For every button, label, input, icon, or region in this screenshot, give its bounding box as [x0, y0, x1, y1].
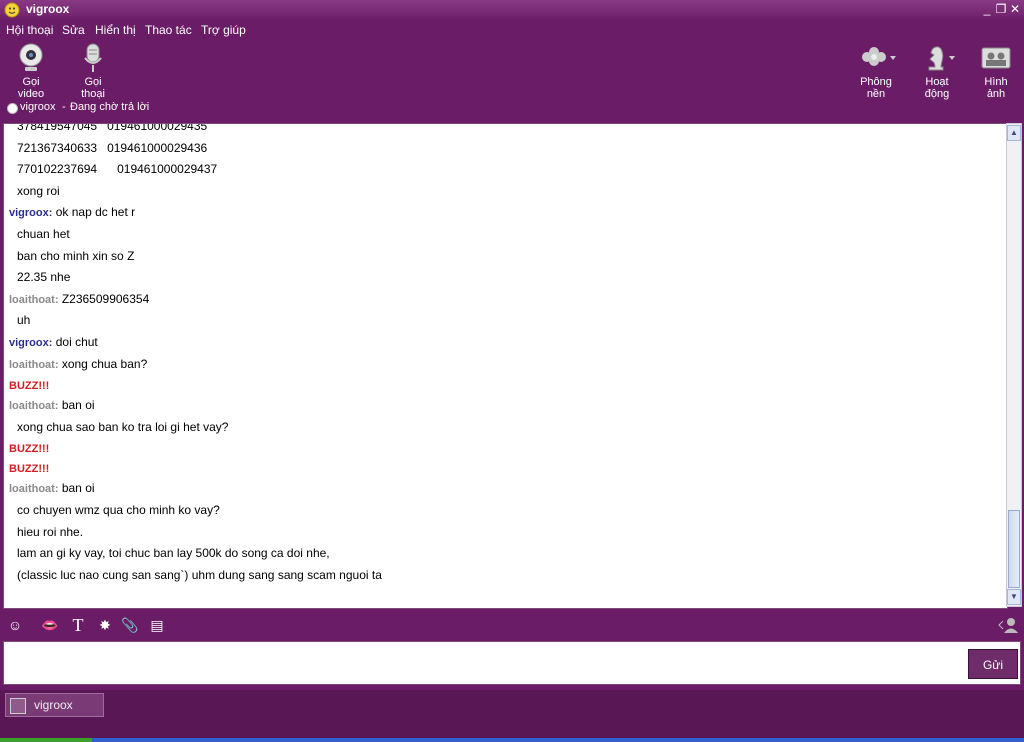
chat-scrollbar[interactable]: ▲ ▼ [1006, 123, 1022, 607]
message-line: 770102237694 019461000029437 [17, 162, 218, 177]
lips-icon[interactable]: 👄 [40, 615, 60, 635]
message-line: xong roi [17, 183, 60, 198]
activities-button[interactable]: Hoạt động [914, 42, 960, 100]
menu-sua[interactable]: Sửa [62, 23, 85, 37]
message-line: co chuyen wmz qua cho minh ko vay? [17, 502, 220, 517]
message-line: (classic luc nao cung san sang`) uhm dun… [17, 567, 382, 582]
flower-icon [862, 47, 896, 66]
message-text: ok nap dc het r [52, 205, 136, 220]
menu-thao-tac[interactable]: Thao tác [145, 23, 192, 37]
menu-hoi-thoai[interactable]: Hội thoại [6, 23, 53, 37]
message-input[interactable] [8, 646, 962, 682]
background-button[interactable]: Phông nền [852, 42, 900, 100]
send-button[interactable]: Gửi [968, 649, 1018, 679]
photos-icon [981, 47, 1011, 69]
message-text: doi chut [52, 334, 98, 349]
buzz-label: BUZZ!!! [9, 463, 50, 476]
sender-name: loaithoat: [9, 358, 59, 371]
buzz-icon[interactable]: ✸ [95, 615, 115, 635]
restore-button[interactable]: ❐ [995, 1, 1007, 17]
buzz-line: BUZZ!!! [4, 458, 1004, 478]
sender-name: loaithoat: [9, 293, 59, 306]
background-label: Phông nền [860, 76, 892, 100]
video-call-label: Gọi video [17, 76, 45, 100]
message-header-line: vigroox: ok nap dc het r [4, 202, 1004, 224]
image-icon[interactable]: ▤ [147, 615, 167, 635]
message-text: ban oi [58, 481, 95, 496]
tab-label: vigroox [34, 698, 73, 712]
buzz-line: BUZZ!!! [4, 438, 1004, 458]
close-button[interactable]: ✕ [1009, 1, 1021, 17]
status-message: Đang chờ trả lời [70, 101, 150, 113]
menu-bar: Hội thoại Sửa Hiển thị Thao tác Trợ giúp [0, 20, 1024, 40]
sender-name: vigroox: [9, 207, 53, 220]
video-call-button[interactable]: Gọi video [8, 42, 54, 100]
contact-icon[interactable] [998, 616, 1020, 634]
contact-name[interactable]: vigroox [20, 101, 55, 113]
message-line: xong chua sao ban ko tra loi gi het vay? [17, 419, 229, 434]
message-line: uh [17, 313, 31, 328]
yahoo-messenger-icon [4, 2, 20, 18]
contact-status-bar: vigroox - Đang chờ trả lời [0, 98, 1024, 120]
message-line: 721367340633 019461000029436 [17, 140, 208, 155]
photos-label: Hình ảnh [984, 76, 1008, 100]
voice-call-label: Gọi thoại [81, 76, 105, 100]
message-text: ban oi [58, 398, 95, 413]
message-line: 378419547045 019461000029435 [17, 123, 208, 133]
presence-indicator [7, 103, 18, 114]
menu-hien-thi[interactable]: Hiển thị [95, 23, 136, 37]
text-format-icon[interactable]: T [68, 615, 88, 635]
chess-knight-icon [928, 46, 955, 71]
message-line: 22.35 nhe [17, 270, 71, 285]
avatar [10, 698, 26, 714]
emoticon-icon[interactable]: ☺ [5, 615, 25, 635]
message-header-line: loaithoat: ban oi [4, 395, 1004, 417]
scroll-down-button[interactable]: ▼ [1007, 589, 1021, 605]
os-taskbar-strip [0, 738, 1024, 742]
message-text: Z236509906354 [58, 291, 150, 306]
scroll-thumb[interactable] [1008, 510, 1020, 588]
sender-name: loaithoat: [9, 483, 59, 496]
chat-transcript[interactable]: 378419547045 019461000029435 721367340633… [3, 123, 1008, 609]
status-separator: - [62, 101, 66, 113]
buzz-label: BUZZ!!! [9, 443, 50, 456]
conversation-tab-vigroox[interactable]: vigroox [5, 693, 104, 717]
buzz-label: BUZZ!!! [9, 380, 50, 393]
message-line: hieu roi nhe. [17, 524, 84, 539]
sender-name: vigroox: [9, 336, 53, 349]
toolbar: Gọi video Gọi thoại Phông nền Hoạt động [0, 40, 1024, 100]
voice-call-button[interactable]: Gọi thoại [72, 42, 114, 100]
window-controls: _ ❐ ✕ [981, 1, 1021, 17]
message-text: xong chua ban? [58, 356, 148, 371]
activities-label: Hoạt động [924, 76, 950, 100]
scroll-up-button[interactable]: ▲ [1007, 125, 1021, 141]
message-input-area [3, 641, 1021, 685]
microphone-icon [84, 43, 102, 72]
message-header-line: loaithoat: xong chua ban? [4, 354, 1004, 376]
attach-icon[interactable]: 📎 [120, 615, 140, 635]
message-line: lam an gi ky vay, toi chuc ban lay 500k … [17, 546, 330, 561]
message-line: chuan het [17, 226, 70, 241]
message-header-line: vigroox: doi chut [4, 332, 1004, 354]
minimize-button[interactable]: _ [981, 1, 993, 17]
chat-lines: 378419547045 019461000029435 721367340633… [4, 123, 1004, 586]
webcam-icon [19, 43, 43, 71]
message-header-line: loaithoat: Z236509906354 [4, 289, 1004, 311]
title-bar: vigroox _ ❐ ✕ [0, 0, 1024, 20]
window-title: vigroox [26, 2, 70, 16]
format-toolbar: ☺ 👄 T ✸ 📎 ▤ [0, 611, 1024, 639]
message-header-line: loaithoat: ban oi [4, 478, 1004, 500]
menu-tro-giup[interactable]: Trợ giúp [201, 23, 246, 37]
photos-button[interactable]: Hình ảnh [974, 42, 1018, 100]
buzz-line: BUZZ!!! [4, 375, 1004, 395]
conversation-tabs: vigroox [0, 690, 1024, 738]
message-line: ban cho minh xin so Z [17, 248, 135, 263]
sender-name: loaithoat: [9, 400, 59, 413]
